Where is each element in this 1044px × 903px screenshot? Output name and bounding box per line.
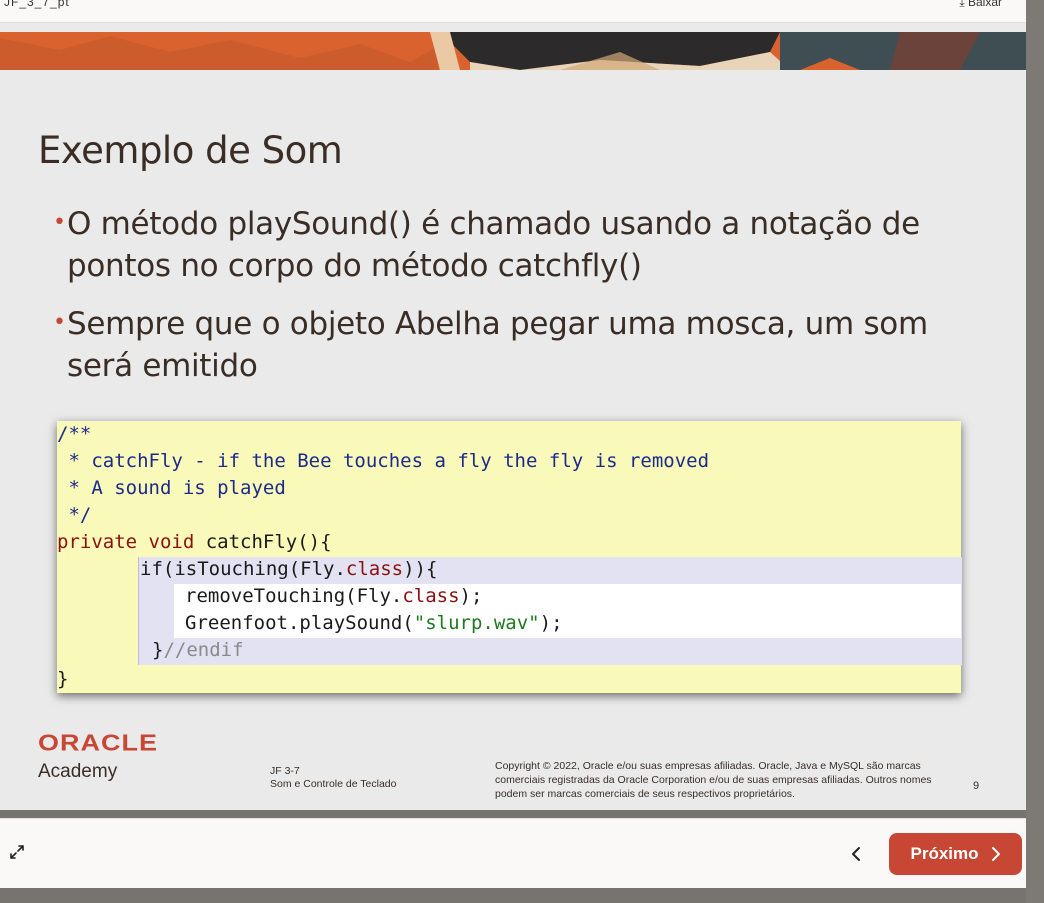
bottom-navigation-bar: Próximo xyxy=(0,818,1026,889)
download-icon: ⤓ xyxy=(959,0,965,9)
decorative-banner xyxy=(0,32,1026,70)
code-line: Greenfoot.playSound("slurp.wav"); xyxy=(185,612,563,634)
code-line: */ xyxy=(57,504,92,526)
next-button[interactable]: Próximo xyxy=(889,833,1022,875)
code-snippet: /** * catchFly - if the Bee touches a fl… xyxy=(57,421,962,693)
download-label: Baixar xyxy=(967,0,1002,9)
presentation-viewer: JF_3_7_pt ⤓ Baixar Exemplo de Som • O mét… xyxy=(0,0,1044,903)
bullet-item: • O método playSound() é chamado usando a… xyxy=(53,203,955,287)
bullet-list: • O método playSound() é chamado usando a… xyxy=(53,203,955,403)
next-button-label: Próximo xyxy=(910,844,979,863)
code-line: removeTouching(Fly.class); xyxy=(185,585,483,607)
page-number: 9 xyxy=(973,780,980,792)
bullet-dot-icon: • xyxy=(53,310,66,335)
code-line: if(isTouching(Fly.class)){ xyxy=(140,558,438,580)
academy-label: Academy xyxy=(38,761,118,782)
code-line: * A sound is played xyxy=(57,477,286,499)
download-button[interactable]: ⤓ Baixar xyxy=(959,0,1002,10)
code-line: private void catchFly(){ xyxy=(57,531,332,553)
course-info: JF 3-7 Som e Controle de Teclado xyxy=(270,765,396,791)
course-title: Som e Controle de Teclado xyxy=(270,778,397,790)
expand-icon[interactable] xyxy=(8,843,26,861)
code-line: }//endif xyxy=(152,639,244,661)
chevron-left-icon xyxy=(852,847,860,861)
window-edge xyxy=(0,888,1026,903)
code-line: } xyxy=(57,668,69,690)
course-code: JF 3-7 xyxy=(270,765,300,777)
previous-button[interactable] xyxy=(843,841,869,867)
code-line: * catchFly - if the Bee touches a fly th… xyxy=(57,450,710,472)
oracle-wordmark: ORACLE xyxy=(38,730,158,756)
bullet-text: O método playSound() é chamado usando a … xyxy=(67,206,920,284)
oracle-academy-logo: ORACLE Academy xyxy=(38,731,158,783)
chevron-right-icon xyxy=(991,847,1000,861)
scrollbar[interactable] xyxy=(1026,0,1044,903)
slide: Exemplo de Som • O método playSound() é c… xyxy=(0,23,1026,810)
slide-title: Exemplo de Som xyxy=(38,129,343,172)
bullet-text: Sempre que o objeto Abelha pegar uma mos… xyxy=(67,306,928,384)
bullet-item: • Sempre que o objeto Abelha pegar uma mo… xyxy=(53,303,955,387)
code-line: /** xyxy=(57,423,92,445)
breadcrumb[interactable]: JF_3_7_pt xyxy=(4,0,70,9)
copyright-notice: Copyright © 2022, Oracle e/ou suas empre… xyxy=(495,760,932,800)
top-toolbar: JF_3_7_pt ⤓ Baixar xyxy=(0,0,1026,23)
bullet-dot-icon: • xyxy=(53,210,66,235)
